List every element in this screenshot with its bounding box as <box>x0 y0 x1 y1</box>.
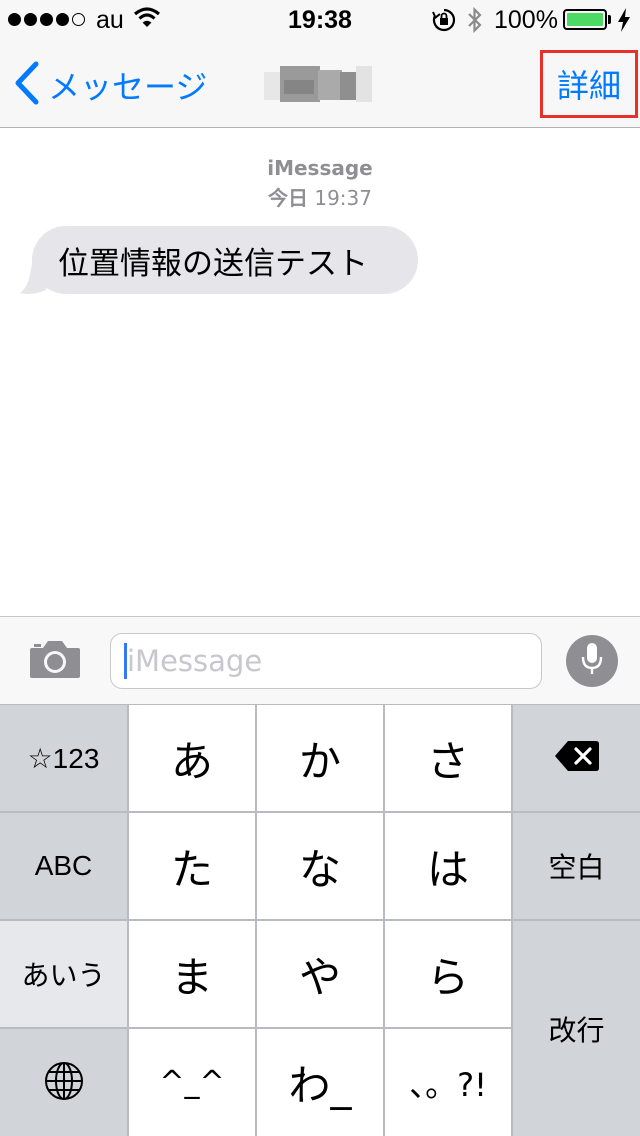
key-ra[interactable]: ら <box>385 921 511 1027</box>
service-label: iMessage <box>267 156 373 180</box>
key-symbols-mode[interactable]: ☆123 <box>0 705 127 811</box>
details-button-label: 詳細 <box>556 67 621 105</box>
globe-icon <box>44 1061 84 1105</box>
key-emoticon[interactable]: ^_^ <box>129 1029 255 1136</box>
japanese-kana-keyboard: ☆123 ABC あいう あ か さ た な は 空白 ま や ら 改行 ^_^… <box>0 704 640 1136</box>
key-na[interactable]: な <box>257 813 383 919</box>
key-ka[interactable]: か <box>257 705 383 811</box>
rotation-lock-icon <box>432 8 456 38</box>
charging-bolt-icon <box>617 8 631 38</box>
key-a[interactable]: あ <box>129 705 255 811</box>
battery-percent: 100% <box>494 6 558 34</box>
navigation-bar: メッセージ 詳細 <box>0 40 640 128</box>
delete-icon <box>554 740 600 776</box>
key-ma[interactable]: ま <box>129 921 255 1027</box>
message-text: 位置情報の送信テスト <box>58 245 368 282</box>
microphone-button[interactable] <box>566 635 618 687</box>
battery-tip <box>608 15 611 24</box>
message-input[interactable]: iMessage <box>110 633 542 689</box>
timestamp-time: 19:37 <box>314 186 372 210</box>
status-bar: au 19:38 100% <box>0 0 640 40</box>
key-space[interactable]: 空白 <box>513 813 640 919</box>
key-wa[interactable]: わ_ <box>257 1029 383 1136</box>
key-ya[interactable]: や <box>257 921 383 1027</box>
key-punctuation[interactable]: 、。?! <box>385 1029 511 1136</box>
timestamp: 今日 19:37 <box>0 182 640 211</box>
key-ta[interactable]: た <box>129 813 255 919</box>
contact-name-redacted <box>264 66 372 102</box>
conversation-view[interactable]: iMessage 今日 19:37 位置情報の送信テスト <box>0 128 640 616</box>
bluetooth-icon <box>466 6 484 40</box>
details-button[interactable]: 詳細 <box>540 50 638 118</box>
chevron-left-icon <box>14 61 40 109</box>
back-button[interactable]: メッセージ <box>14 61 208 109</box>
key-kana-mode[interactable]: あいう <box>0 921 127 1027</box>
key-ha[interactable]: は <box>385 813 511 919</box>
timestamp-date: 今日 <box>268 186 308 210</box>
key-globe[interactable] <box>0 1029 127 1136</box>
key-return[interactable]: 改行 <box>513 921 640 1136</box>
back-button-label: メッセージ <box>48 68 208 106</box>
messages-screen: au 19:38 100% メッセージ 詳細 iMessage 今日 19:37… <box>0 0 640 1136</box>
camera-button[interactable] <box>28 639 82 683</box>
message-input-placeholder: iMessage <box>127 644 263 678</box>
key-sa[interactable]: さ <box>385 705 511 811</box>
camera-icon <box>28 641 82 683</box>
key-abc-mode[interactable]: ABC <box>0 813 127 919</box>
message-input-bar: iMessage <box>0 616 640 704</box>
battery-icon <box>563 9 607 30</box>
key-delete[interactable] <box>513 705 640 811</box>
message-bubble-incoming[interactable]: 位置情報の送信テスト <box>32 226 418 294</box>
microphone-icon <box>579 641 605 681</box>
